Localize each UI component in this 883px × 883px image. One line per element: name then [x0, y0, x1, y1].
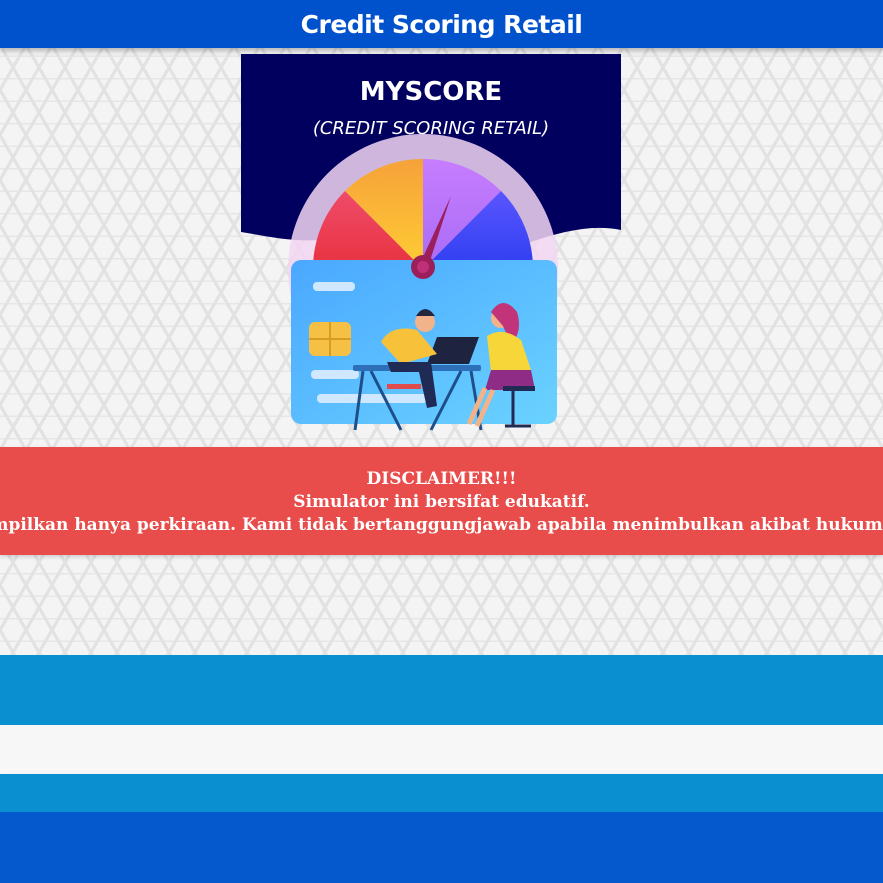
- banner-title: MYSCORE: [360, 77, 502, 107]
- disclaimer-banner: DISCLAIMER!!! Simulator ini bersifat edu…: [0, 447, 883, 555]
- disclaimer-title: DISCLAIMER!!!: [366, 469, 517, 489]
- footer-band-top: [0, 655, 883, 725]
- footer-band-bottom: [0, 812, 883, 883]
- myscore-banner-image: MYSCORE (CREDIT SCORING RETAIL): [241, 54, 621, 434]
- footer-band-middle: [0, 774, 883, 812]
- disclaimer-line-1: Simulator ini bersifat edukatif.: [293, 492, 590, 512]
- page-title: Credit Scoring Retail: [300, 9, 583, 39]
- header-bar: Credit Scoring Retail: [0, 0, 883, 48]
- disclaimer-line-2: Hasil yang ditampilkan hanya perkiraan. …: [0, 515, 883, 535]
- footer-band-white: [0, 725, 883, 774]
